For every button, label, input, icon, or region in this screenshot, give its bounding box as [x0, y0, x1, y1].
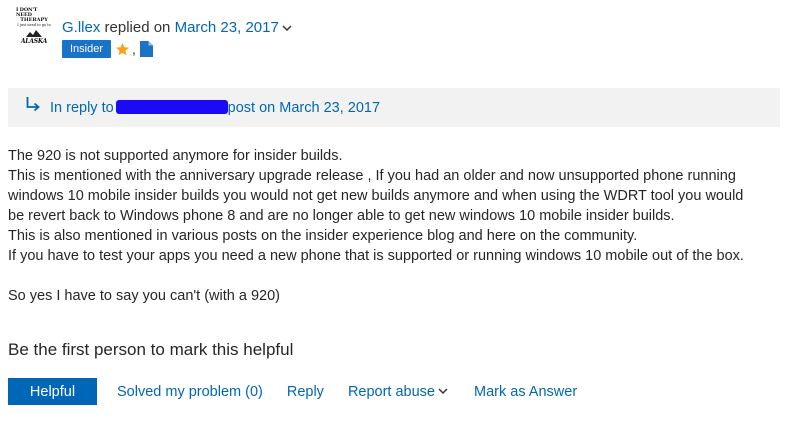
report-abuse-label: Report abuse [347, 383, 435, 400]
user-badges: Insider , [62, 40, 153, 58]
body-line: be revert back to Windows phone 8 and ar… [8, 208, 675, 224]
post-date-link[interactable]: March 23, 2017 [175, 19, 279, 36]
post-action: replied on [104, 19, 171, 36]
document-icon[interactable] [139, 41, 153, 57]
avatar[interactable]: I DON'T NEED THERAPY I just need to go t… [16, 8, 52, 46]
body-closing: So yes I have to say you can't (with a 9… [8, 288, 280, 304]
chevron-down-icon[interactable] [282, 25, 292, 32]
reply-context-box: In reply to post on March 23, 2017 [8, 88, 780, 127]
post-header: G.llex replied on March 23, 2017 [62, 19, 292, 36]
author-link[interactable]: G.llex [62, 19, 100, 36]
body-line: This is mentioned with the anniversary u… [8, 168, 736, 184]
redacted-username [115, 100, 228, 114]
avatar-figure-icon [26, 29, 42, 37]
body-line: This is also mentioned in various posts … [8, 228, 638, 244]
reply-arrow-icon [26, 97, 40, 112]
post-actions: Helpful Solved my problem (0) Reply Repo… [8, 378, 577, 405]
reply-context-link[interactable]: In reply to post on March 23, 2017 [50, 100, 380, 116]
avatar-text-line3: I just need to go to [17, 23, 51, 27]
helpful-button[interactable]: Helpful [8, 378, 97, 405]
avatar-text-line4: ALASKA [20, 37, 48, 45]
chevron-down-icon [438, 388, 448, 395]
reply-suffix: post on March 23, 2017 [227, 100, 381, 116]
body-line: The 920 is not supported anymore for ins… [8, 148, 343, 164]
badge-separator: , [132, 41, 136, 57]
post-body: The 920 is not supported anymore for ins… [8, 146, 788, 306]
helpful-prompt: Be the first person to mark this helpful [8, 340, 294, 359]
body-line: If you have to test your apps you need a… [8, 248, 744, 264]
solved-problem-link[interactable]: Solved my problem (0) [117, 384, 263, 400]
reply-prefix: In reply to [50, 100, 114, 116]
report-abuse-link[interactable]: Report abuse [348, 384, 448, 400]
body-line: windows 10 mobile insider builds you wou… [8, 188, 744, 204]
star-icon[interactable] [115, 42, 130, 57]
reply-link[interactable]: Reply [287, 384, 324, 400]
insider-badge[interactable]: Insider [62, 40, 112, 58]
mark-as-answer-link[interactable]: Mark as Answer [474, 384, 577, 400]
